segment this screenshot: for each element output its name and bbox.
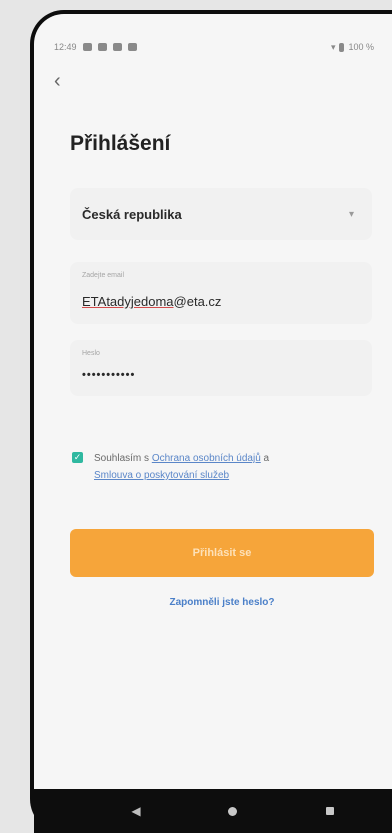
email-label: Zadejte email <box>82 272 125 279</box>
notification-icon <box>127 43 137 51</box>
wifi-icon: ▾ <box>330 41 336 52</box>
battery-icon <box>339 42 345 52</box>
agreement-prefix: Souhlasím s <box>94 453 152 464</box>
email-value: ETAtadyjedoma@eta.cz <box>82 294 221 309</box>
notification-icon <box>82 43 92 51</box>
login-button[interactable]: Přihlásit se <box>70 529 374 577</box>
country-select[interactable]: Česká republika ▾ <box>70 188 372 240</box>
email-value-domain: @eta.cz <box>173 294 222 309</box>
email-value-user: ETAtadyjedoma <box>82 294 174 309</box>
navigation-bar: ◀ <box>34 789 392 833</box>
notification-icon <box>97 43 107 51</box>
country-value: Česká republika <box>82 206 182 222</box>
nav-back-icon[interactable]: ◀ <box>116 789 156 833</box>
terms-link[interactable]: Smlouva o poskytování služeb <box>94 470 229 481</box>
agreement-text: Souhlasím s Ochrana osobních údajů a Sml… <box>72 450 372 484</box>
app-screen <box>34 14 392 789</box>
chevron-down-icon: ▾ <box>348 208 354 220</box>
nav-home-icon[interactable] <box>212 789 252 833</box>
forgot-password-link[interactable]: Zapomněli jste heslo? <box>70 597 374 608</box>
status-bar: 12:49 ▾ 100 % <box>54 40 374 54</box>
back-arrow-icon[interactable]: ‹ <box>54 71 72 91</box>
password-value: ••••••••••• <box>82 369 136 381</box>
privacy-link[interactable]: Ochrana osobních údajů <box>152 453 261 464</box>
page-title: Přihlášení <box>70 132 171 155</box>
password-label: Heslo <box>82 350 100 357</box>
agreement-mid: a <box>260 453 270 464</box>
notification-icon <box>112 43 122 51</box>
battery-level: 100 % <box>348 42 374 52</box>
clock: 12:49 <box>54 42 77 52</box>
email-field[interactable]: Zadejte email ETAtadyjedoma@eta.cz <box>70 262 372 324</box>
password-field[interactable]: Heslo ••••••••••• <box>70 340 372 396</box>
nav-recents-icon[interactable] <box>310 789 350 833</box>
